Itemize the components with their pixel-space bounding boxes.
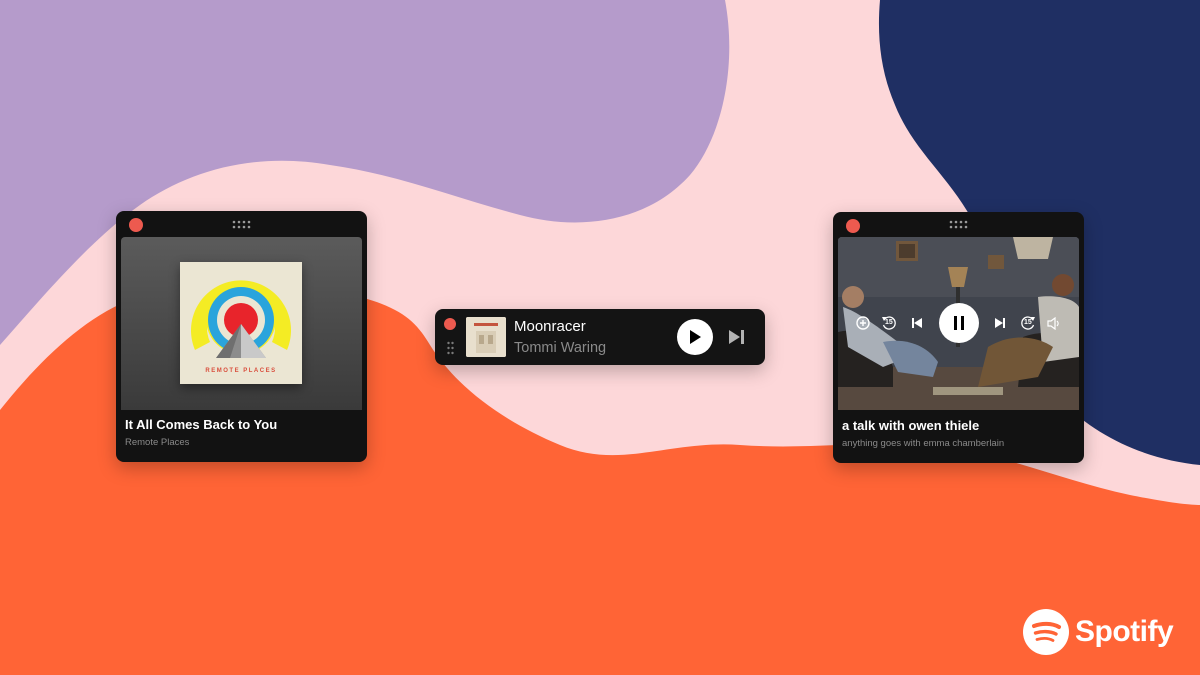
add-icon [856, 316, 870, 330]
video-frame[interactable]: 15 15 [838, 237, 1079, 410]
spotify-logo: Spotify [1023, 609, 1174, 655]
add-button[interactable] [855, 315, 871, 331]
drag-handle-icon[interactable] [232, 220, 252, 229]
skip-next-button[interactable] [992, 315, 1008, 331]
play-icon [690, 330, 701, 344]
skip-next-button[interactable] [727, 328, 745, 346]
close-icon[interactable] [129, 218, 143, 232]
show-name[interactable]: anything goes with emma chamberlain [842, 438, 1004, 449]
drag-handle-icon[interactable] [447, 341, 454, 355]
video-mini-player: 15 15 a talk with owen thiele anything g… [833, 212, 1084, 463]
album-cover-text: REMOTE PLACES [205, 368, 277, 374]
pause-button[interactable] [939, 303, 979, 343]
skip-back-15-button[interactable]: 15 [880, 314, 898, 332]
track-thumbnail[interactable] [466, 317, 506, 357]
artist-name[interactable]: Remote Places [125, 437, 189, 448]
skip-forward-15-label: 15 [1024, 319, 1032, 326]
album-art-panel[interactable]: REMOTE PLACES [121, 237, 362, 410]
skip-previous-button[interactable] [909, 315, 925, 331]
drag-handle-icon[interactable] [949, 220, 969, 229]
play-button[interactable] [677, 319, 713, 355]
skip-next-icon [728, 330, 744, 344]
artist-name[interactable]: Tommi Waring [514, 340, 606, 356]
track-title: Moonracer [514, 318, 586, 335]
skip-next-icon [995, 318, 1005, 328]
volume-icon [1046, 316, 1059, 330]
volume-button[interactable] [1046, 315, 1062, 331]
compact-mini-player: Moonracer Tommi Waring [435, 309, 765, 365]
skip-back-15-label: 15 [885, 319, 893, 326]
skip-forward-15-button[interactable]: 15 [1019, 314, 1037, 332]
album-cover: REMOTE PLACES [180, 262, 302, 384]
episode-title: a talk with owen thiele [842, 418, 980, 433]
pause-icon [954, 316, 964, 330]
skip-previous-icon [912, 318, 922, 328]
album-mini-player: REMOTE PLACES It All Comes Back to You R… [116, 211, 367, 462]
track-title: It All Comes Back to You [125, 417, 278, 432]
close-icon[interactable] [846, 219, 860, 233]
close-icon[interactable] [444, 318, 456, 330]
spotify-logo-icon [1023, 609, 1069, 655]
brand-wordmark: Spotify [1075, 615, 1174, 648]
